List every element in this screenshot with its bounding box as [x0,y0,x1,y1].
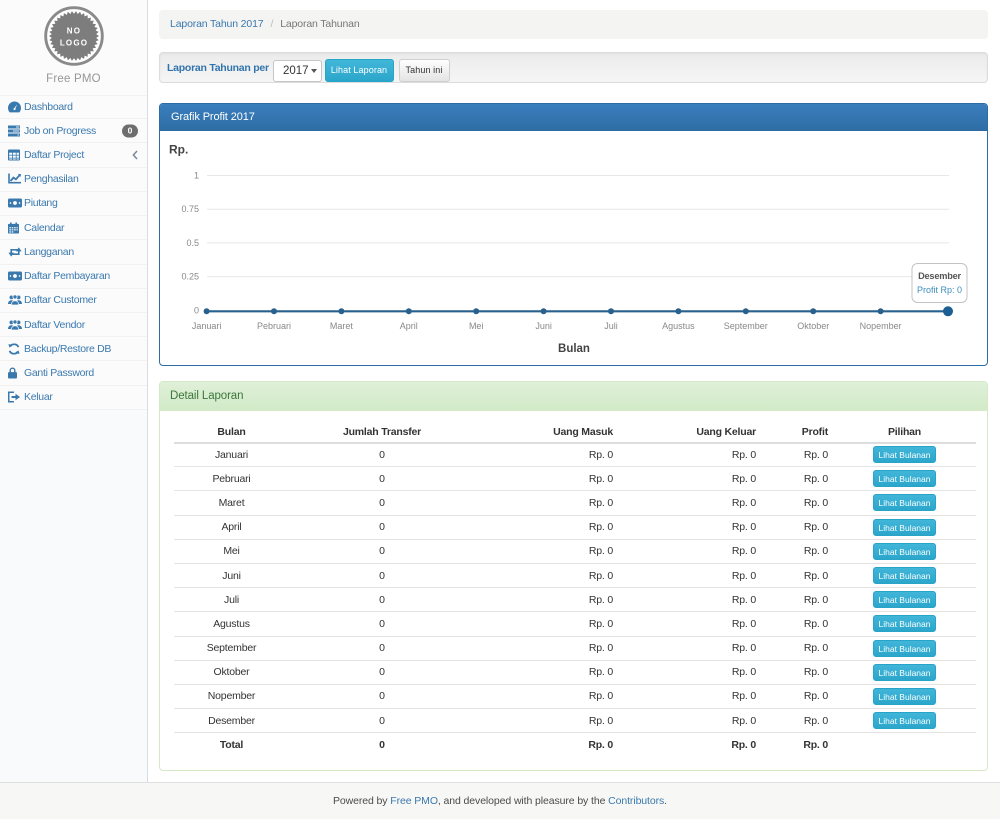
svg-text:0: 0 [194,305,199,315]
svg-text:Bulan: Bulan [558,343,590,355]
svg-text:Pebruari: Pebruari [257,321,291,331]
svg-text:Maret: Maret [330,321,354,331]
svg-text:Profit Rp: 0: Profit Rp: 0 [917,285,962,295]
svg-text:0.5: 0.5 [186,238,199,248]
svg-text:Agustus: Agustus [662,321,695,331]
svg-text:0.75: 0.75 [181,204,199,214]
svg-text:0.25: 0.25 [181,272,199,282]
svg-text:1: 1 [194,171,199,181]
svg-text:Desember: Desember [918,271,961,281]
svg-text:Juni: Juni [535,321,552,331]
svg-text:Juli: Juli [604,321,618,331]
svg-text:Januari: Januari [192,321,222,331]
svg-text:September: September [724,321,768,331]
svg-text:LOGO: LOGO [60,39,88,48]
svg-text:Rp.: Rp. [169,143,188,157]
svg-text:Mei: Mei [469,321,484,331]
svg-text:Nopember: Nopember [860,321,902,331]
svg-text:NO: NO [67,27,81,36]
svg-text:April: April [400,321,418,331]
svg-text:Oktober: Oktober [797,321,829,331]
